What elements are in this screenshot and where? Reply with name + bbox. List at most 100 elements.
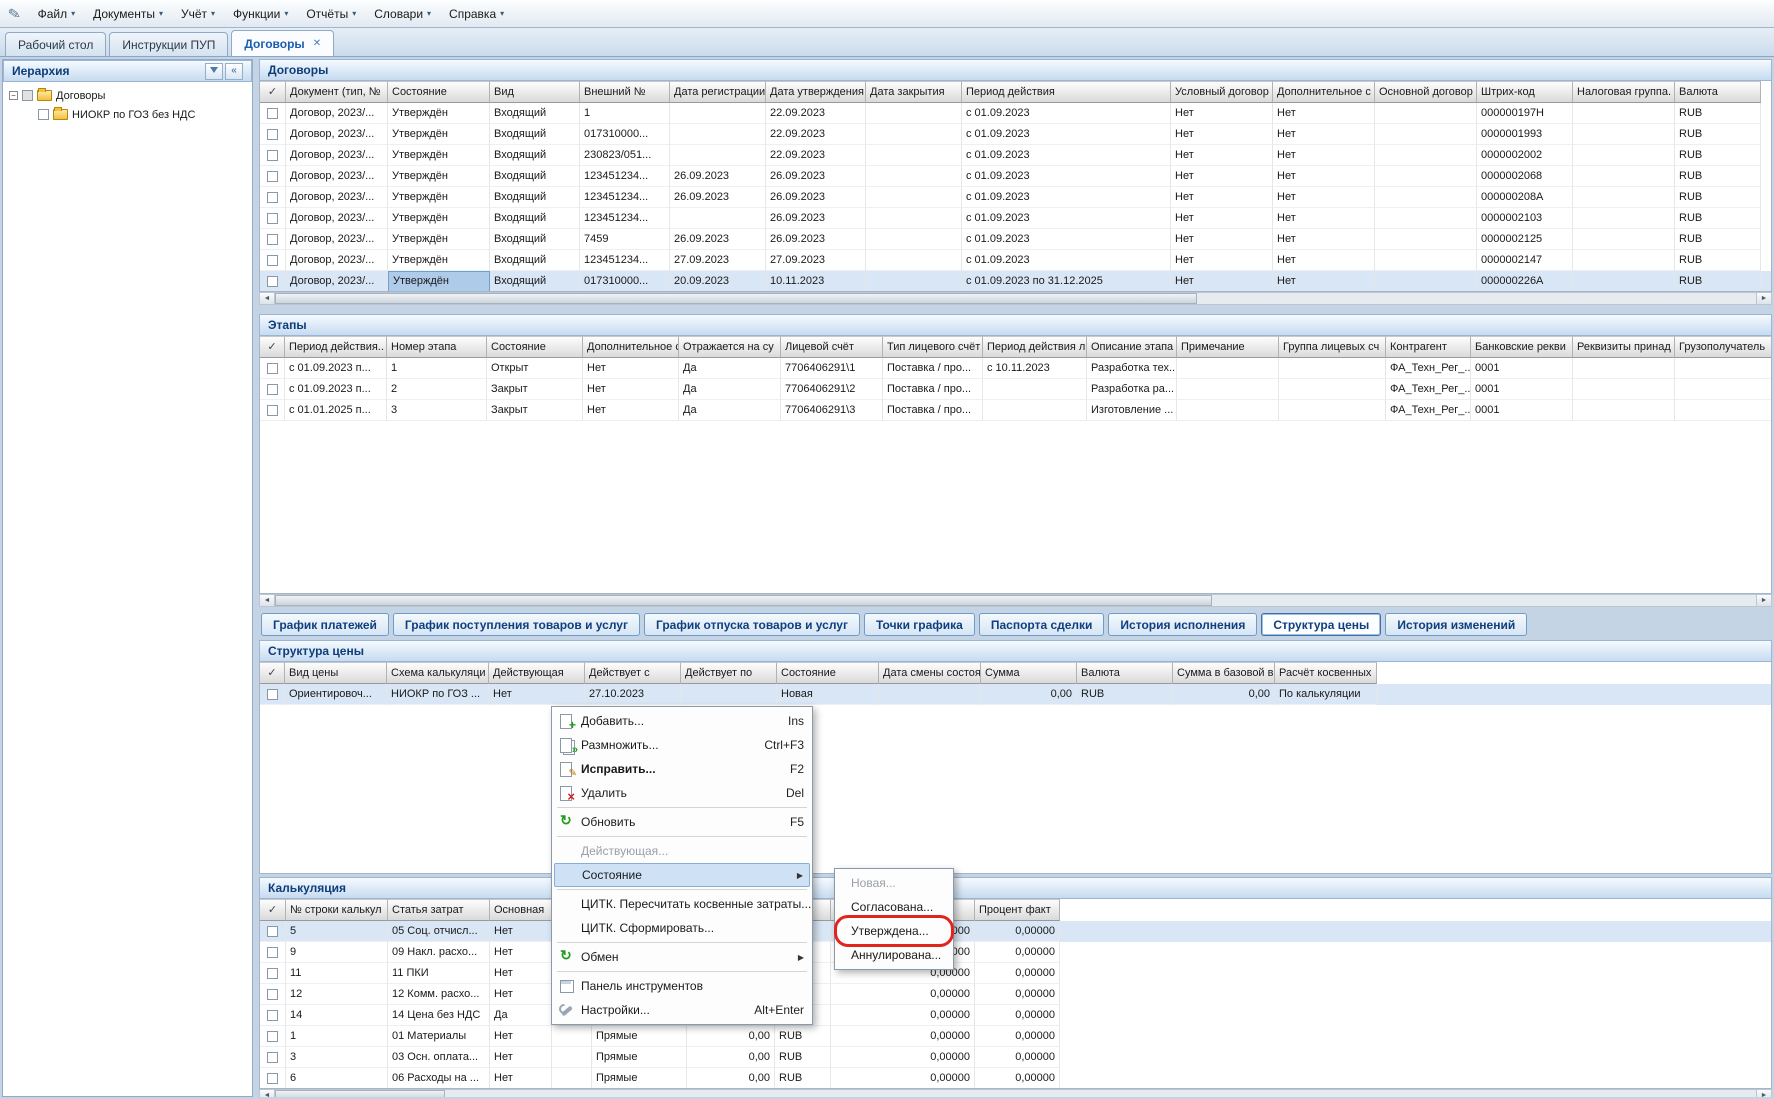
column-header[interactable]: Грузополучатель [1675, 336, 1772, 358]
column-header[interactable]: Группа лицевых сч [1279, 336, 1386, 358]
table-row[interactable]: Договор, 2023/...УтверждёнВходящий745926… [260, 229, 1771, 250]
column-header[interactable]: ✓ [260, 899, 286, 921]
row-checkbox-cell[interactable] [260, 684, 285, 705]
column-header[interactable]: Сумма в базовой в [1173, 662, 1275, 684]
menu-item-4[interactable]: Отчёты▾ [297, 2, 365, 26]
table-row[interactable]: 505 Соц. отчисл...НетПрямые0,00RUB0,0000… [260, 921, 1771, 942]
row-checkbox[interactable] [267, 1031, 278, 1042]
column-header[interactable]: Дата утверждения [766, 81, 866, 103]
column-header[interactable]: Условный договор [1171, 81, 1273, 103]
table-row[interactable]: 909 Накл. расхо...НетПрямые0,00RUB0,0000… [260, 942, 1771, 963]
column-header[interactable]: ✓ [260, 81, 286, 103]
table-row[interactable]: 1111 ПКИНетПрямые0,00RUB0,000000,00000 [260, 963, 1771, 984]
column-header[interactable]: Дата регистрации [670, 81, 766, 103]
table-row[interactable]: 303 Осн. оплата...НетПрямые0,00RUB0,0000… [260, 1047, 1771, 1068]
column-header[interactable]: ✓ [260, 662, 285, 684]
row-checkbox-cell[interactable] [260, 187, 286, 208]
column-header[interactable]: Действует с [585, 662, 681, 684]
menu-item-0[interactable]: Файл▾ [29, 2, 85, 26]
scroll-right-icon[interactable]: ► [1756, 595, 1771, 606]
column-header[interactable]: Период действия.. [285, 336, 387, 358]
row-checkbox[interactable] [267, 968, 278, 979]
row-checkbox-cell[interactable] [260, 166, 286, 187]
scroll-left-icon[interactable]: ◄ [260, 293, 275, 304]
row-checkbox[interactable] [267, 171, 278, 182]
column-header[interactable]: Реквизиты принад [1573, 336, 1675, 358]
row-checkbox[interactable] [267, 405, 278, 416]
submenu-item-1[interactable]: Согласована... [837, 895, 951, 919]
menu-item-5[interactable]: Словари▾ [365, 2, 440, 26]
row-checkbox-cell[interactable] [260, 145, 286, 166]
contracts-hscrollbar[interactable]: ◄ ► [259, 292, 1772, 305]
column-header[interactable]: Основной договор [1375, 81, 1477, 103]
column-header[interactable]: Дополнительное с [1273, 81, 1375, 103]
column-header[interactable]: Период действия [962, 81, 1171, 103]
close-icon[interactable]: ✕ [313, 38, 321, 49]
context-menu-item-11[interactable]: ЦИТК. Сформировать... [554, 916, 810, 940]
context-menu-item-3[interactable]: УдалитьDel [554, 781, 810, 805]
column-header[interactable]: Примечание [1177, 336, 1279, 358]
row-checkbox-cell[interactable] [260, 942, 286, 963]
row-checkbox[interactable] [267, 255, 278, 266]
scrollbar-track[interactable] [445, 1090, 1756, 1097]
column-header[interactable]: Дополнительное с [583, 336, 679, 358]
tab-2[interactable]: Договоры✕ [231, 30, 334, 56]
detail-tab-4[interactable]: Паспорта сделки [979, 613, 1105, 636]
column-header[interactable]: Сумма [981, 662, 1077, 684]
row-checkbox-cell[interactable] [260, 379, 285, 400]
tab-1[interactable]: Инструкции ПУП [109, 32, 228, 56]
column-header[interactable]: Вид цены [285, 662, 387, 684]
table-row[interactable]: 1212 Комм. расхо...НетПрямые0,00RUB0,000… [260, 984, 1771, 1005]
table-row[interactable]: Договор, 2023/...УтверждёнВходящий122.09… [260, 103, 1771, 124]
scroll-right-icon[interactable]: ► [1756, 293, 1771, 304]
detail-tab-0[interactable]: График платежей [261, 613, 389, 636]
row-checkbox-cell[interactable] [260, 1047, 286, 1068]
scrollbar-thumb[interactable] [275, 1090, 445, 1097]
row-checkbox-cell[interactable] [260, 921, 286, 942]
scrollbar-thumb[interactable] [275, 293, 1197, 304]
context-menu-item-5[interactable]: ОбновитьF5 [554, 810, 810, 834]
column-header[interactable]: Дата смены состоя [879, 662, 981, 684]
detail-tab-6[interactable]: Структура цены [1261, 613, 1381, 636]
menu-item-6[interactable]: Справка▾ [440, 2, 513, 26]
scrollbar-track[interactable] [1212, 595, 1756, 606]
table-row[interactable]: 101 МатериалыНетПрямые0,00RUB0,000000,00… [260, 1026, 1771, 1047]
column-header[interactable]: Состояние [388, 81, 490, 103]
table-row[interactable]: с 01.09.2023 п...1ОткрытНетДа7706406291\… [260, 358, 1771, 379]
row-checkbox[interactable] [267, 989, 278, 1000]
column-header[interactable]: Расчёт косвенных [1275, 662, 1377, 684]
table-row[interactable]: с 01.09.2023 п...2ЗакрытНетДа7706406291\… [260, 379, 1771, 400]
row-checkbox-cell[interactable] [260, 1068, 286, 1089]
context-menu-item-2[interactable]: Исправить...F2 [554, 757, 810, 781]
context-menu-item-1[interactable]: Размножить...Ctrl+F3 [554, 733, 810, 757]
row-checkbox[interactable] [267, 1010, 278, 1021]
row-checkbox[interactable] [267, 363, 278, 374]
row-checkbox[interactable] [267, 1052, 278, 1063]
menu-item-1[interactable]: Документы▾ [84, 2, 172, 26]
row-checkbox[interactable] [267, 689, 278, 700]
row-checkbox-cell[interactable] [260, 1005, 286, 1026]
table-row[interactable]: Договор, 2023/...УтверждёнВходящий123451… [260, 166, 1771, 187]
context-menu-item-16[interactable]: Настройки...Alt+Enter [554, 998, 810, 1022]
column-header[interactable]: Документ (тип, № [286, 81, 388, 103]
detail-tab-2[interactable]: График отпуска товаров и услуг [644, 613, 860, 636]
column-header[interactable]: Схема калькуляци [387, 662, 489, 684]
column-header[interactable]: ✓ [260, 336, 285, 358]
column-header[interactable]: Вид [490, 81, 580, 103]
column-header[interactable]: Отражается на су [679, 336, 781, 358]
detail-tab-1[interactable]: График поступления товаров и услуг [393, 613, 640, 636]
context-menu-item-13[interactable]: Обмен▶ [554, 945, 810, 969]
column-header[interactable]: Номер этапа [387, 336, 487, 358]
row-checkbox[interactable] [267, 1073, 278, 1084]
detail-tab-5[interactable]: История исполнения [1108, 613, 1257, 636]
tab-0[interactable]: Рабочий стол [5, 32, 106, 56]
column-header[interactable]: Штрих-код [1477, 81, 1573, 103]
column-header[interactable]: Внешний № [580, 81, 670, 103]
tree-checkbox[interactable] [22, 90, 33, 101]
row-checkbox[interactable] [267, 276, 278, 287]
row-checkbox-cell[interactable] [260, 229, 286, 250]
table-row[interactable]: с 01.01.2025 п...3ЗакрытНетДа7706406291\… [260, 400, 1771, 421]
table-row[interactable]: Ориентировоч...НИОКР по ГОЗ ...Нет27.10.… [260, 684, 1771, 705]
table-row[interactable]: 1414 Цена без НДСДаПрямые0,00RUB0,000000… [260, 1005, 1771, 1026]
column-header[interactable]: Описание этапа [1087, 336, 1177, 358]
